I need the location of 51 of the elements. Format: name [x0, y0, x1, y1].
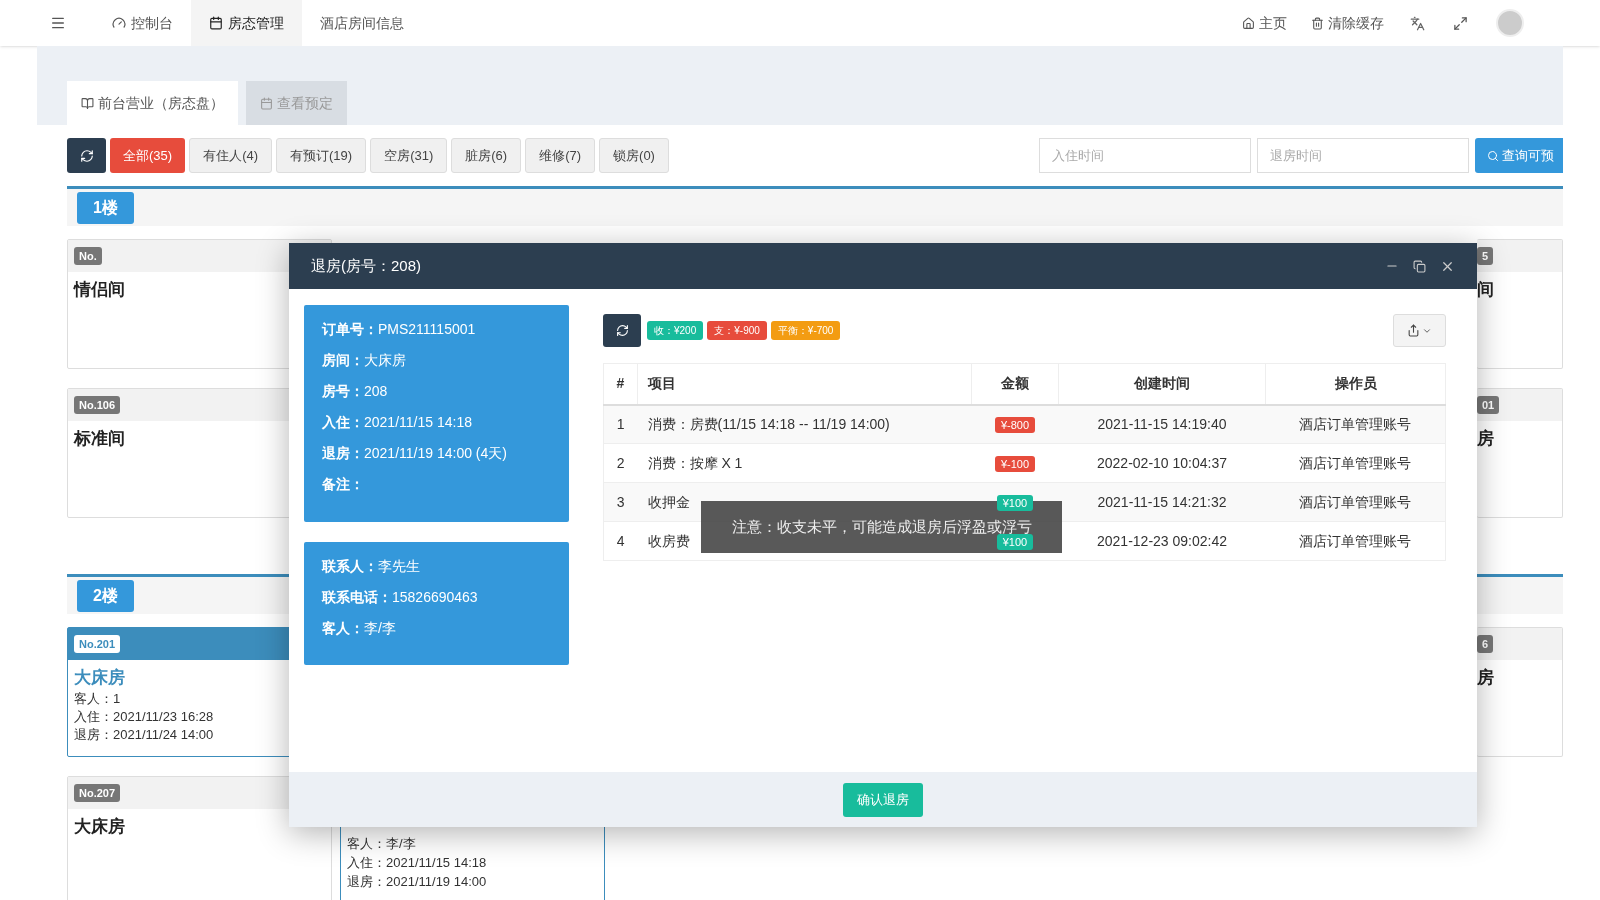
contact-info: 联系人：李先生	[322, 557, 421, 576]
room-number: 6	[1477, 634, 1494, 654]
room-info: 退房：2021/11/24 14:00	[74, 726, 215, 744]
column-header: 金额	[971, 363, 1059, 405]
room-info: 入住：2021/11/23 16:28	[74, 708, 215, 726]
table-cell: 酒店订单管理账号	[1265, 404, 1446, 444]
room-info: 退房：2021/11/19 14:00	[347, 873, 488, 891]
room-number: 5	[1477, 246, 1494, 266]
total-badge: 收：¥200	[647, 321, 704, 340]
room-number: No.106	[74, 395, 121, 415]
column-header: 项目	[637, 363, 972, 405]
table-cell: 收押金	[647, 493, 690, 510]
room-type: 标准间	[74, 428, 126, 450]
amount-badge: ¥100	[996, 494, 1034, 511]
table-cell: 2022-02-10 10:04:37	[1058, 443, 1266, 483]
table-cell: 2	[603, 443, 638, 483]
table-cell: 酒店订单管理账号	[1265, 482, 1446, 522]
column-header: 操作员	[1265, 363, 1446, 405]
amount-badge: ¥-800	[994, 416, 1036, 433]
room-info: 客人：1	[74, 690, 122, 708]
table-cell: 酒店订单管理账号	[1265, 443, 1446, 483]
room-type: 大床房	[74, 816, 126, 838]
room-number: No.	[74, 246, 102, 266]
amount-badge: ¥-100	[994, 455, 1036, 472]
room-type: 房	[1477, 428, 1495, 450]
room-type: 大床房	[74, 667, 126, 689]
contact-info: 联系电话：15826690463	[322, 588, 479, 607]
room-type: 情侣间	[74, 279, 126, 301]
column-header: 创建时间	[1058, 363, 1266, 405]
table-cell: 收房费	[647, 532, 690, 549]
table-cell: 4	[603, 521, 638, 561]
table-cell: 2021-12-23 09:02:42	[1058, 521, 1266, 561]
room-info: 入住：2021/11/15 14:18	[347, 854, 488, 872]
total-badge: 支：¥-900	[707, 321, 767, 340]
room-type: 房	[1477, 667, 1495, 689]
table-cell: 1	[603, 404, 638, 444]
room-type: 间	[1477, 279, 1495, 301]
floor-label: 2楼	[77, 579, 134, 612]
room-number: No.201	[74, 634, 121, 654]
total-badge: 平衡：¥-700	[770, 321, 841, 340]
table-cell: 消费：房费(11/15 14:18 -- 11/19 14:00)	[647, 415, 890, 432]
table-cell: 酒店订单管理账号	[1265, 521, 1446, 561]
table-cell: 2021-11-15 14:21:32	[1058, 482, 1266, 522]
table-cell: 2021-11-15 14:19:40	[1058, 404, 1266, 444]
floor-label: 1楼	[77, 191, 134, 224]
room-number: 01	[1477, 395, 1500, 415]
column-header: #	[603, 363, 638, 405]
room-info: 客人：李/李	[347, 835, 417, 853]
table-cell: 3	[603, 482, 638, 522]
room-number: No.207	[74, 783, 121, 803]
table-cell: 消费：按摩 X 1	[647, 454, 743, 471]
